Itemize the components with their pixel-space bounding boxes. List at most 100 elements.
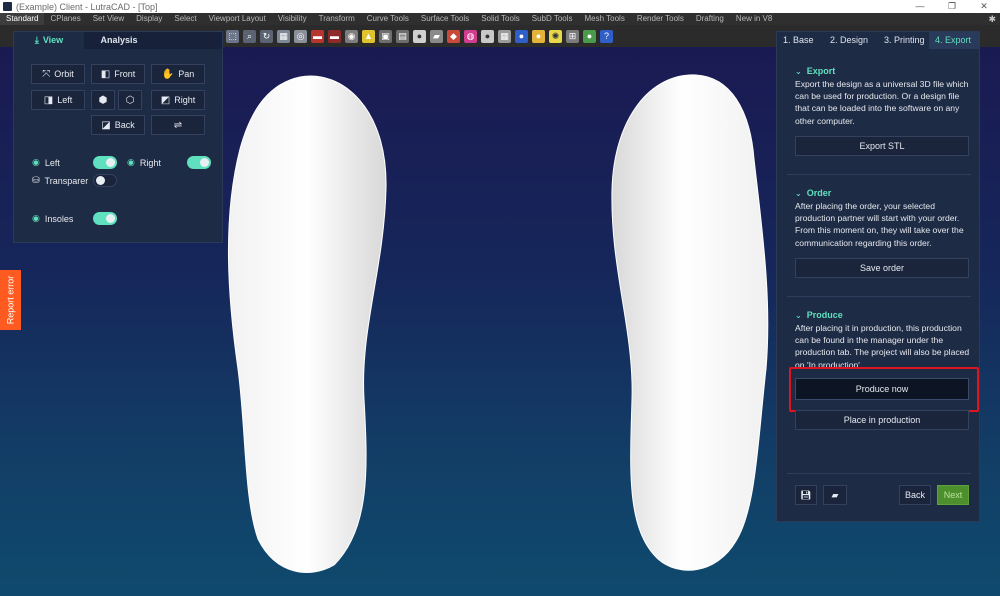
back-button[interactable]: Back bbox=[899, 485, 931, 505]
back-view-button[interactable]: ◪ Back bbox=[91, 115, 145, 135]
orbit-label: Orbit bbox=[54, 69, 74, 79]
zoom-window-icon[interactable]: ⬚ bbox=[226, 29, 239, 43]
order-section-header[interactable]: ⌄ Order bbox=[795, 187, 971, 199]
cube-icon: ⬢ bbox=[98, 94, 108, 106]
pan-hand-icon: ✋ bbox=[161, 68, 175, 80]
rhino-tab-select[interactable]: Select bbox=[168, 13, 202, 25]
front-cube-icon: ◧ bbox=[100, 68, 111, 80]
view-icon[interactable]: ◎ bbox=[294, 29, 307, 43]
lightbulb-icon[interactable]: ● bbox=[413, 29, 426, 43]
green-sphere-icon[interactable]: ● bbox=[583, 29, 596, 43]
app-logo-icon bbox=[3, 2, 12, 11]
close-icon[interactable]: ✕ bbox=[968, 0, 1000, 13]
rhino-tab-drafting[interactable]: Drafting bbox=[690, 13, 730, 25]
title-bar: (Example) Client - LutraCAD - [Top] — ❐ … bbox=[0, 0, 1000, 13]
orbit-button[interactable]: ⤧ Orbit bbox=[31, 64, 85, 84]
rhino-tab-surface-tools[interactable]: Surface Tools bbox=[415, 13, 475, 25]
right-insole[interactable] bbox=[600, 69, 776, 579]
transparent-toggle[interactable] bbox=[93, 174, 117, 187]
blue-sphere-icon[interactable]: ● bbox=[515, 29, 528, 43]
tab-analysis[interactable]: Analysis bbox=[84, 32, 154, 49]
export-description: Export the design as a universal 3D file… bbox=[795, 79, 969, 126]
rhino-tab-mesh-tools[interactable]: Mesh Tools bbox=[579, 13, 631, 25]
right-label: Right bbox=[174, 95, 196, 105]
shaded-sphere-icon[interactable]: ● bbox=[532, 29, 545, 43]
top-view-button[interactable]: ⬢ bbox=[91, 90, 115, 110]
order-description: After placing the order, your selected p… bbox=[795, 201, 964, 248]
viewport-layout-icon[interactable]: ▦ bbox=[277, 29, 290, 43]
produce-section-header[interactable]: ⌄ Produce bbox=[795, 309, 971, 321]
rhino-tab-standard[interactable]: Standard bbox=[0, 13, 45, 25]
reset-view-button[interactable]: ⇌ bbox=[151, 115, 205, 135]
rhino-tab-visibility[interactable]: Visibility bbox=[272, 13, 313, 25]
copy-icon[interactable]: ▣ bbox=[379, 29, 392, 43]
rotate-view-icon[interactable]: ↻ bbox=[260, 29, 273, 43]
shaded-car-icon[interactable]: ▬ bbox=[328, 29, 341, 43]
insoles-toggle[interactable] bbox=[93, 212, 117, 225]
produce-now-button[interactable]: Produce now bbox=[795, 378, 969, 400]
right-view-button[interactable]: ◩ Right bbox=[151, 90, 205, 110]
workflow-panel: 1. Base 2. Design 3. Printing 4. Export … bbox=[776, 31, 980, 522]
lock-icon[interactable]: ▲ bbox=[362, 29, 375, 43]
rhino-tab-curve-tools[interactable]: Curve Tools bbox=[361, 13, 415, 25]
zoom-icon[interactable]: ⌕ bbox=[243, 29, 256, 43]
minimize-icon[interactable]: — bbox=[904, 0, 936, 13]
report-error-label: Report error bbox=[5, 275, 16, 325]
save-order-button[interactable]: Save order bbox=[795, 258, 969, 278]
rhino-tab-new-in-v8[interactable]: New in V8 bbox=[730, 13, 778, 25]
next-button[interactable]: Next bbox=[937, 485, 969, 505]
back-label: Back bbox=[114, 120, 135, 130]
sun-icon[interactable]: ✺ bbox=[549, 29, 562, 43]
chevron-down-icon: ⌄ bbox=[795, 310, 802, 320]
rhino-tab-subd-tools[interactable]: SubD Tools bbox=[526, 13, 579, 25]
left-view-button[interactable]: ◨ Left bbox=[31, 90, 85, 110]
gear-icon[interactable]: ✱ bbox=[988, 14, 996, 25]
hierarchy-icon[interactable]: ⊞ bbox=[566, 29, 579, 43]
rhino-tab-set-view[interactable]: Set View bbox=[87, 13, 130, 25]
grid-icon[interactable]: ▦ bbox=[498, 29, 511, 43]
tab-printing[interactable]: 3. Printing bbox=[878, 32, 929, 49]
rhino-tab-display[interactable]: Display bbox=[130, 13, 168, 25]
tab-export[interactable]: 4. Export bbox=[929, 32, 979, 49]
material-icon[interactable]: ◆ bbox=[447, 29, 460, 43]
pan-button[interactable]: ✋ Pan bbox=[151, 64, 205, 84]
export-section-header[interactable]: ⌄ Export bbox=[795, 65, 971, 77]
place-in-production-button[interactable]: Place in production bbox=[795, 410, 969, 430]
eye-icon[interactable]: ◉ bbox=[345, 29, 358, 43]
insoles-row: ◉ Insoles bbox=[32, 213, 73, 224]
tab-view[interactable]: ⤓ View bbox=[14, 32, 84, 49]
rhino-tab-render-tools[interactable]: Render Tools bbox=[631, 13, 690, 25]
folder-icon: ▰ bbox=[831, 489, 839, 500]
bottom-view-button[interactable]: ⬡ bbox=[118, 90, 142, 110]
produce-description: After placing it in production, this pro… bbox=[795, 323, 970, 367]
layer-icon[interactable]: ▤ bbox=[396, 29, 409, 43]
back-cube-icon: ◪ bbox=[101, 119, 111, 131]
left-insole[interactable] bbox=[222, 69, 392, 579]
car-render-icon[interactable]: ▬ bbox=[311, 29, 324, 43]
rhino-tab-cplanes[interactable]: CPlanes bbox=[44, 13, 86, 25]
divider bbox=[787, 296, 971, 297]
divider bbox=[787, 174, 971, 175]
rhino-tab-transform[interactable]: Transform bbox=[313, 13, 361, 25]
left-cube-icon: ◨ bbox=[43, 94, 54, 106]
right-visibility-toggle[interactable] bbox=[187, 156, 211, 169]
report-error-tab[interactable]: Report error bbox=[0, 270, 21, 330]
produce-title: Produce bbox=[806, 310, 843, 320]
tab-design[interactable]: 2. Design bbox=[824, 32, 878, 49]
color-wheel-icon[interactable]: ◍ bbox=[464, 29, 477, 43]
tab-base[interactable]: 1. Base bbox=[777, 32, 824, 49]
export-stl-button[interactable]: Export STL bbox=[795, 136, 969, 156]
transparent-row: ⛁ Transparer bbox=[32, 175, 88, 186]
rhino-tab-viewport-layout[interactable]: Viewport Layout bbox=[203, 13, 272, 25]
rhino-tab-solid-tools[interactable]: Solid Tools bbox=[475, 13, 526, 25]
export-section: ⌄ Export Export the design as a universal… bbox=[777, 65, 981, 127]
sphere-icon[interactable]: ● bbox=[481, 29, 494, 43]
front-button[interactable]: ◧ Front bbox=[91, 64, 145, 84]
chevron-down-icon: ⌄ bbox=[795, 188, 802, 198]
restore-icon[interactable]: ❐ bbox=[936, 0, 968, 13]
left-visibility-toggle[interactable] bbox=[93, 156, 117, 169]
save-file-button[interactable]: 💾︎ bbox=[795, 485, 817, 505]
open-folder-button[interactable]: ▰ bbox=[823, 485, 847, 505]
help-icon[interactable]: ? bbox=[600, 29, 613, 43]
paint-icon[interactable]: ▰ bbox=[430, 29, 443, 43]
